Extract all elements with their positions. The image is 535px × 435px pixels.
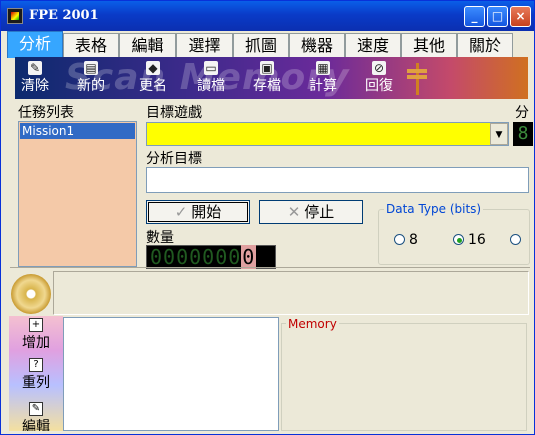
checkmark-icon: ✓ xyxy=(174,203,188,221)
relist-label: 重列 xyxy=(22,375,50,391)
open-button[interactable]: ▭ 讀檔 xyxy=(189,61,233,97)
clear-label: 清除 xyxy=(21,78,49,94)
address-list[interactable] xyxy=(63,317,279,431)
radio-dot xyxy=(394,234,405,245)
open-label: 讀檔 xyxy=(197,78,225,94)
count-label: 數量 xyxy=(146,230,174,246)
radio-dot-selected xyxy=(453,234,464,245)
maximize-button[interactable]: □ xyxy=(487,6,508,27)
add-label: 增加 xyxy=(22,335,50,351)
stop-x-icon: ✕ xyxy=(287,203,301,221)
radio-dot xyxy=(510,234,521,245)
count-digits: 0000000 xyxy=(150,245,242,269)
target-game-combo[interactable] xyxy=(146,122,509,146)
start-label: 開始 xyxy=(191,203,222,221)
status-area xyxy=(53,271,529,315)
restore-icon: ⊘ xyxy=(372,61,386,75)
clear-icon: ✎ xyxy=(28,61,42,75)
analysis-target-label: 分析目標 xyxy=(146,151,202,167)
mission-list[interactable]: Mission1 xyxy=(18,121,137,267)
radio-8-label: 8 xyxy=(409,232,418,248)
tab-other[interactable]: 其他 xyxy=(401,33,457,57)
save-label: 存檔 xyxy=(253,78,281,94)
relist-button[interactable]: ? 重列 xyxy=(9,358,63,392)
minimize-button[interactable]: _ xyxy=(464,6,485,27)
clear-button[interactable]: ✎ 清除 xyxy=(13,61,57,97)
start-button[interactable]: ✓ 開始 xyxy=(146,200,250,224)
edit-label: 編輯 xyxy=(22,419,50,431)
edit-icon: ✎ xyxy=(29,402,43,416)
calculator-icon: ▦ xyxy=(316,61,330,75)
relist-icon: ? xyxy=(29,358,43,372)
open-folder-icon: ▭ xyxy=(204,61,218,75)
edit-button[interactable]: ✎ 編輯 xyxy=(9,402,63,431)
list-item[interactable]: Mission1 xyxy=(20,123,135,139)
side-lcd: 8 xyxy=(513,122,533,146)
add-icon: + xyxy=(29,318,43,332)
calculate-label: 計算 xyxy=(309,78,337,94)
tab-select[interactable]: 選擇 xyxy=(176,33,233,57)
side-toolbar: + 增加 ? 重列 ✎ 編輯 xyxy=(9,316,63,431)
restore-button[interactable]: ⊘ 回復 xyxy=(357,61,401,97)
tab-speed[interactable]: 速度 xyxy=(345,33,401,57)
chevron-down-icon[interactable]: ▼ xyxy=(490,123,508,145)
mission-list-label: 任務列表 xyxy=(18,105,74,121)
save-button[interactable]: ▣ 存檔 xyxy=(245,61,289,97)
count-last-digit: 0 xyxy=(241,245,257,269)
app-window: FPE 2001 _ □ × 分析 表格 編輯 選擇 抓圖 機器 速度 其他 關… xyxy=(0,0,535,435)
new-button[interactable]: ▤ 新的 xyxy=(69,61,113,97)
tab-edit[interactable]: 編輯 xyxy=(119,33,176,57)
window-title: FPE 2001 xyxy=(29,8,99,23)
memory-group xyxy=(281,323,527,431)
divider xyxy=(10,267,530,268)
radio-16-label: 16 xyxy=(468,232,486,248)
cd-disk-icon xyxy=(11,274,51,314)
tab-machine[interactable]: 機器 xyxy=(289,33,345,57)
restore-label: 回復 xyxy=(365,78,393,94)
add-button[interactable]: + 增加 xyxy=(9,318,63,352)
new-icon: ▤ xyxy=(84,61,98,75)
new-label: 新的 xyxy=(77,78,105,94)
count-lcd: 00000000 xyxy=(146,245,276,269)
tab-bar: 分析 表格 編輯 選擇 抓圖 機器 速度 其他 關於 xyxy=(5,31,530,58)
close-button[interactable]: × xyxy=(510,6,531,27)
target-game-label: 目標遊戲 xyxy=(146,105,202,121)
rename-label: 更名 xyxy=(139,78,167,94)
analysis-target-field[interactable] xyxy=(146,167,529,193)
tab-table[interactable]: 表格 xyxy=(63,33,119,57)
stop-button[interactable]: ✕ 停止 xyxy=(259,200,363,224)
rename-icon: ◆ xyxy=(146,61,160,75)
memory-title: Memory xyxy=(286,317,339,331)
app-icon xyxy=(7,8,23,24)
data-type-title: Data Type (bits) xyxy=(384,202,484,216)
calculate-button[interactable]: ▦ 計算 xyxy=(301,61,345,97)
radio-8-bit[interactable]: 8 xyxy=(394,232,418,248)
side-label: 分 xyxy=(515,105,529,121)
tab-capture[interactable]: 抓圖 xyxy=(233,33,289,57)
radio-16-bit[interactable]: 16 xyxy=(453,232,486,248)
disk-panel xyxy=(10,271,54,315)
dragonfly-icon xyxy=(407,59,427,97)
rename-button[interactable]: ◆ 更名 xyxy=(131,61,175,97)
radio-32-bit[interactable] xyxy=(510,232,525,248)
toolbar: Scan Memory ✎ 清除 ▤ 新的 ◆ 更名 ▭ 讀檔 ▣ 存檔 ▦ 計… xyxy=(15,57,528,99)
title-bar[interactable]: FPE 2001 _ □ × xyxy=(1,1,534,31)
stop-label: 停止 xyxy=(304,203,335,221)
save-disk-icon: ▣ xyxy=(260,61,274,75)
tab-about[interactable]: 關於 xyxy=(457,33,513,57)
tab-analysis[interactable]: 分析 xyxy=(7,31,63,58)
